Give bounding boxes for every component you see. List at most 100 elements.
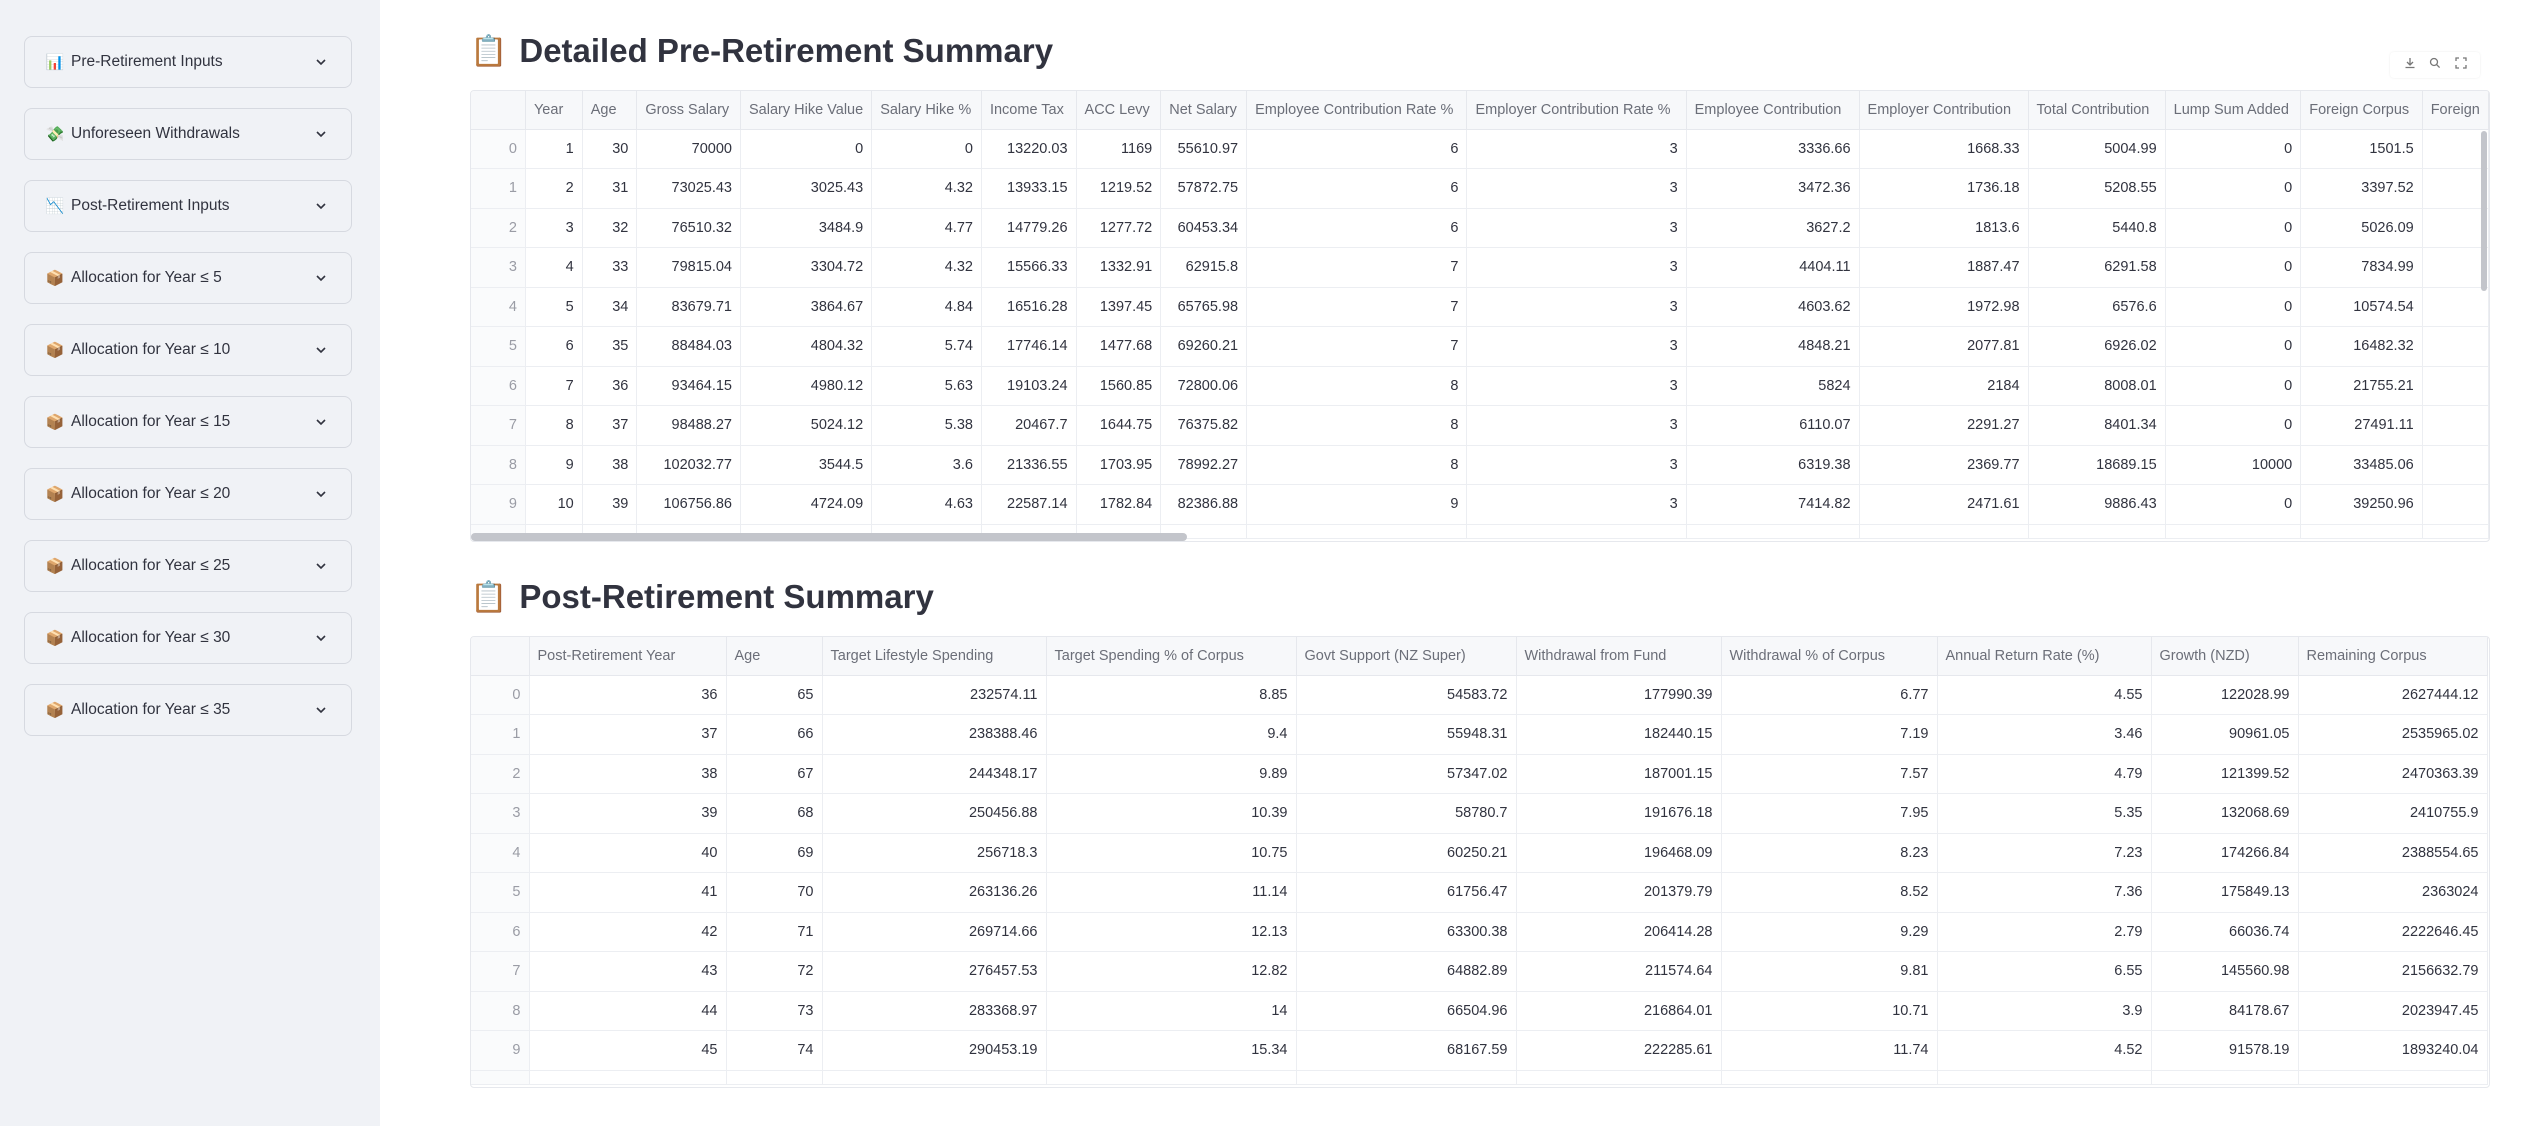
table-cell[interactable]: 3472.36 xyxy=(1686,168,1860,209)
table-cell[interactable]: 40 xyxy=(529,833,727,873)
table-cell[interactable]: 6926.02 xyxy=(2028,326,2166,367)
table-cell[interactable] xyxy=(2422,366,2489,406)
table-cell[interactable]: 7.36 xyxy=(1937,872,2152,913)
table-cell[interactable]: 3 xyxy=(1466,129,1687,169)
table-cell[interactable]: 43 xyxy=(529,951,727,992)
table-cell[interactable]: 2077.81 xyxy=(1859,326,2029,367)
table-cell[interactable] xyxy=(2422,129,2489,169)
table-cell[interactable]: 35 xyxy=(582,326,638,367)
row-index[interactable]: 3 xyxy=(471,793,530,834)
table-cell[interactable]: 42 xyxy=(529,912,727,952)
table-cell[interactable]: 6319.38 xyxy=(1686,445,1860,485)
table-cell[interactable]: 3025.43 xyxy=(740,168,873,209)
table-cell[interactable]: 0 xyxy=(2165,287,2302,327)
table-cell[interactable]: 187001.15 xyxy=(1516,754,1722,794)
table-cell[interactable]: 19103.24 xyxy=(981,366,1077,406)
table-cell[interactable] xyxy=(2422,208,2489,248)
table-cell[interactable]: 2470363.39 xyxy=(2298,754,2488,794)
table-cell[interactable]: 45 xyxy=(529,1030,727,1071)
table-cell[interactable]: 1782.84 xyxy=(1076,484,1162,525)
table-cell[interactable]: 5004.99 xyxy=(2028,129,2166,169)
post-retirement-table[interactable]: Post-Retirement Year Age Target Lifestyle … xyxy=(470,636,2490,1088)
column-header[interactable]: Lump Sum Added xyxy=(2165,91,2302,130)
table-cell[interactable]: 62915.8 xyxy=(1160,247,1248,288)
table-cell[interactable]: 7 xyxy=(1246,287,1468,327)
table-cell[interactable] xyxy=(2422,484,2489,525)
table-cell[interactable]: 33485.06 xyxy=(2300,445,2423,485)
table-cell[interactable]: 10.71 xyxy=(1721,991,1938,1031)
table-cell[interactable] xyxy=(2422,287,2489,327)
column-header[interactable]: Govt Support (NZ Super) xyxy=(1296,637,1517,676)
table-cell[interactable]: 3544.5 xyxy=(740,445,873,485)
table-cell[interactable]: 91578.19 xyxy=(2151,1030,2299,1071)
table-cell[interactable]: 6576.6 xyxy=(2028,287,2166,327)
table-cell[interactable]: 68167.59 xyxy=(1296,1030,1517,1071)
table-cell[interactable]: 16516.28 xyxy=(981,287,1077,327)
table-cell[interactable]: 3 xyxy=(1466,326,1687,367)
table-cell[interactable]: 2023947.45 xyxy=(2298,991,2488,1031)
table-cell[interactable]: 13933.15 xyxy=(981,168,1077,209)
column-header[interactable]: Total Contribution xyxy=(2028,91,2166,130)
table-cell[interactable]: 10.75 xyxy=(1046,833,1297,873)
row-index[interactable]: 4 xyxy=(471,833,530,873)
table-cell[interactable]: 0 xyxy=(2165,484,2302,525)
table-cell[interactable]: 10 xyxy=(525,484,583,525)
table-cell[interactable]: 0 xyxy=(2165,129,2302,169)
table-cell[interactable]: 222285.61 xyxy=(1516,1030,1722,1071)
row-index[interactable]: 5 xyxy=(471,326,526,367)
row-index[interactable]: 5 xyxy=(471,872,530,913)
column-header[interactable]: ACC Levy xyxy=(1076,91,1162,130)
column-header[interactable]: Gross Salary xyxy=(636,91,741,130)
table-cell[interactable]: 1668.33 xyxy=(1859,129,2029,169)
table-cell[interactable]: 6 xyxy=(1246,129,1468,169)
column-header[interactable]: Age xyxy=(582,91,638,130)
table-cell[interactable]: 7.95 xyxy=(1721,793,1938,834)
table-cell[interactable]: 7.57 xyxy=(1721,754,1938,794)
table-cell[interactable]: 7 xyxy=(1246,326,1468,367)
table-cell[interactable]: 1813.6 xyxy=(1859,208,2029,248)
table-cell[interactable]: 4.32 xyxy=(871,168,982,209)
column-header[interactable]: Growth (NZD) xyxy=(2151,637,2299,676)
table-cell[interactable]: 2291.27 xyxy=(1859,405,2029,446)
table-cell[interactable] xyxy=(2422,247,2489,288)
table-cell[interactable]: 83679.71 xyxy=(636,287,741,327)
column-header[interactable]: Annual Return Rate (%) xyxy=(1937,637,2152,676)
table-cell[interactable]: 7414.82 xyxy=(1686,484,1860,525)
table-cell[interactable]: 3 xyxy=(1466,445,1687,485)
table-cell[interactable]: 3 xyxy=(525,208,583,248)
table-cell[interactable]: 9.4 xyxy=(1046,714,1297,755)
table-cell[interactable]: 5026.09 xyxy=(2300,208,2423,248)
table-cell[interactable]: 5824 xyxy=(1686,366,1860,406)
table-cell[interactable]: 174266.84 xyxy=(2151,833,2299,873)
table-cell[interactable]: 1501.5 xyxy=(2300,129,2423,169)
sidebar-expander[interactable]: 📉 Post-Retirement Inputs xyxy=(24,180,352,232)
table-cell[interactable]: 10.39 xyxy=(1046,793,1297,834)
table-cell[interactable]: 76375.82 xyxy=(1160,405,1248,446)
table-cell[interactable]: 34 xyxy=(582,287,638,327)
table-cell[interactable]: 37 xyxy=(529,714,727,755)
table-cell[interactable]: 9.29 xyxy=(1721,912,1938,952)
column-header[interactable]: Post-Retirement Year xyxy=(529,637,727,676)
column-header[interactable] xyxy=(471,637,530,676)
table-cell[interactable]: 66 xyxy=(726,714,823,755)
sidebar-expander[interactable]: 📊 Pre-Retirement Inputs xyxy=(24,36,352,88)
table-cell[interactable]: 201379.79 xyxy=(1516,872,1722,913)
table-cell[interactable]: 290453.19 xyxy=(822,1030,1047,1071)
sidebar-expander[interactable]: 📦 Allocation for Year ≤ 5 xyxy=(24,252,352,304)
table-cell[interactable]: 0 xyxy=(2165,326,2302,367)
pre-retirement-table[interactable]: Year Age Gross Salary Salary Hike Value Sala… xyxy=(470,90,2490,542)
table-cell[interactable]: 6110.07 xyxy=(1686,405,1860,446)
table-cell[interactable]: 8 xyxy=(1246,405,1468,446)
table-cell[interactable]: 8.52 xyxy=(1721,872,1938,913)
row-index[interactable]: 9 xyxy=(471,1030,530,1071)
table-cell[interactable]: 93464.15 xyxy=(636,366,741,406)
sidebar-expander[interactable]: 📦 Allocation for Year ≤ 35 xyxy=(24,684,352,736)
table-cell[interactable]: 3 xyxy=(1466,405,1687,446)
table-cell[interactable]: 39 xyxy=(529,793,727,834)
table-cell[interactable]: 216864.01 xyxy=(1516,991,1722,1031)
table-cell[interactable]: 4.77 xyxy=(871,208,982,248)
column-header[interactable]: Employee Contribution Rate % xyxy=(1246,91,1468,130)
table-cell[interactable] xyxy=(2422,445,2489,485)
table-cell[interactable]: 276457.53 xyxy=(822,951,1047,992)
table-cell[interactable]: 1332.91 xyxy=(1076,247,1162,288)
